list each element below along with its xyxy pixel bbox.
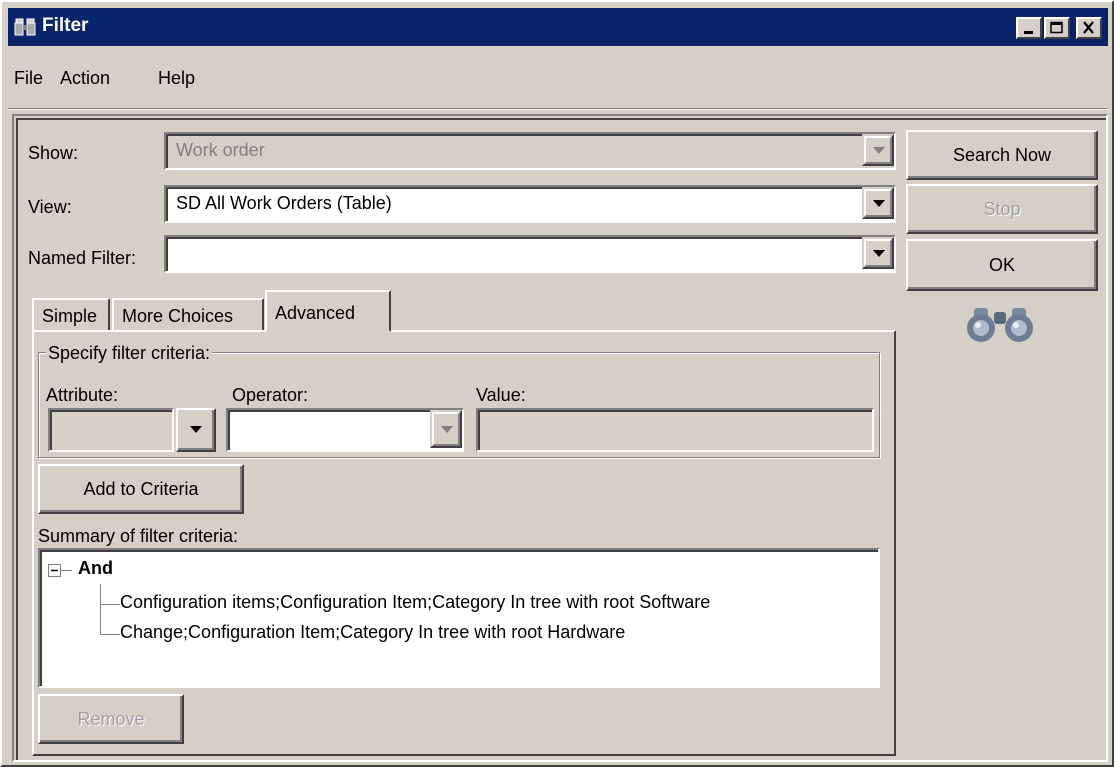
view-dropdown[interactable]: SD All Work Orders (Table): [164, 185, 896, 223]
attribute-label: Attribute:: [46, 385, 119, 405]
show-value: Work order: [176, 140, 265, 160]
title-bar[interactable]: Filter: [8, 8, 1108, 46]
menu-action[interactable]: Action: [60, 68, 110, 89]
named-filter-dropdown[interactable]: [164, 235, 896, 273]
binoculars-icon: [14, 18, 36, 36]
attribute-field[interactable]: [48, 408, 174, 452]
view-dropdown-button[interactable]: [862, 187, 894, 219]
tab-more-choices[interactable]: More Choices: [112, 298, 264, 330]
maximize-button[interactable]: [1044, 17, 1070, 39]
operator-dropdown[interactable]: [226, 408, 464, 452]
tab-advanced[interactable]: Advanced: [265, 290, 391, 332]
chevron-down-icon: [873, 147, 885, 154]
show-dropdown[interactable]: Work order: [164, 132, 896, 170]
show-label: Show:: [28, 143, 79, 163]
operator-label: Operator:: [232, 385, 309, 405]
tree-node[interactable]: Change;Configuration Item;Category In tr…: [120, 622, 625, 643]
remove-button[interactable]: Remove: [38, 694, 184, 744]
binoculars-icon: [967, 308, 1033, 342]
menu-bar: File Action Help: [8, 58, 1108, 98]
search-now-button[interactable]: Search Now: [906, 130, 1098, 180]
menu-help[interactable]: Help: [158, 68, 195, 89]
menu-file[interactable]: File: [14, 68, 43, 89]
view-label: View:: [28, 197, 72, 217]
minimize-icon: [1024, 31, 1033, 34]
tree-node[interactable]: Configuration items;Configuration Item;C…: [120, 592, 710, 613]
menu-separator: [8, 108, 1108, 110]
show-dropdown-button[interactable]: [862, 134, 894, 166]
summary-label: Summary of filter criteria:: [38, 526, 239, 546]
ok-button[interactable]: OK: [906, 239, 1098, 291]
named-filter-dropdown-button[interactable]: [862, 237, 894, 269]
add-to-criteria-button[interactable]: Add to Criteria: [38, 464, 244, 514]
named-filter-label: Named Filter:: [28, 248, 137, 268]
filter-criteria-title: Specify filter criteria:: [46, 343, 213, 364]
chevron-down-icon: [873, 250, 885, 257]
filter-window: Filter File Action Help Show: Work order…: [0, 0, 1114, 767]
window-title: Filter: [42, 15, 89, 36]
tree-root-node[interactable]: And: [78, 558, 113, 579]
minimize-button[interactable]: [1016, 17, 1042, 39]
attribute-picker-button[interactable]: [176, 408, 216, 452]
close-icon: [1083, 21, 1094, 34]
stop-button[interactable]: Stop: [906, 184, 1098, 234]
chevron-down-icon: [873, 200, 885, 207]
close-button[interactable]: [1076, 17, 1102, 39]
value-label: Value:: [476, 385, 526, 405]
maximize-icon: [1050, 21, 1063, 34]
view-value: SD All Work Orders (Table): [176, 193, 392, 213]
tab-simple[interactable]: Simple: [32, 298, 110, 330]
operator-dropdown-button[interactable]: [430, 410, 462, 448]
chevron-down-icon: [190, 426, 202, 433]
chevron-down-icon: [441, 426, 453, 433]
criteria-tree[interactable]: And Configuration items;Configuration It…: [38, 548, 880, 688]
value-field[interactable]: [476, 408, 874, 452]
